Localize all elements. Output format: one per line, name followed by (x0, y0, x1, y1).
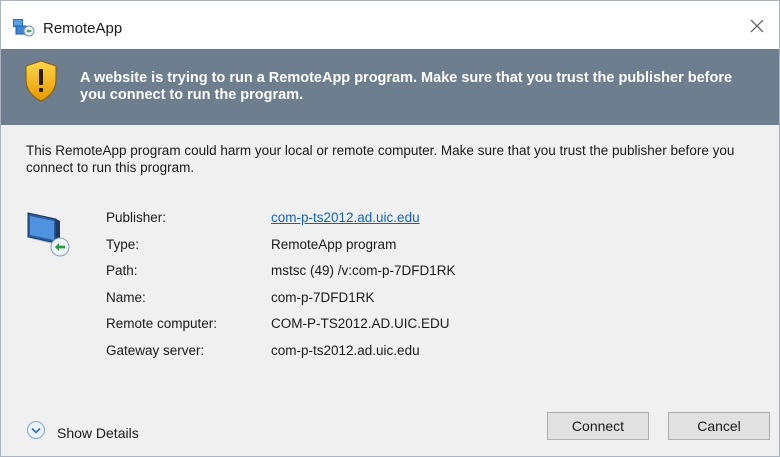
connect-button[interactable]: Connect (547, 412, 649, 440)
name-label: Name: (106, 289, 146, 305)
publisher-link[interactable]: com-p-ts2012.ad.uic.edu (271, 210, 420, 225)
warning-text: This RemoteApp program could harm your l… (26, 143, 735, 175)
name-value: com-p-7DFD1RK (271, 289, 375, 305)
type-value: RemoteApp program (271, 236, 397, 252)
show-details-label[interactable]: Show Details (57, 425, 139, 441)
close-button[interactable] (743, 15, 771, 41)
banner-message: A website is trying to run a RemoteApp p… (80, 70, 733, 103)
warning-shield-icon (24, 60, 58, 102)
remote-computer-label: Remote computer: (106, 316, 218, 332)
show-details-toggle[interactable]: Show Details (26, 420, 139, 445)
remoteapp-dialog: RemoteApp A website is trying to run a R… (0, 0, 780, 457)
type-label: Type: (106, 236, 140, 252)
remoteapp-computer-icon (26, 209, 74, 259)
gateway-server-value: com-p-ts2012.ad.uic.edu (271, 342, 420, 358)
gateway-server-label: Gateway server: (106, 342, 205, 358)
title-bar: RemoteApp (1, 1, 779, 49)
cancel-button[interactable]: Cancel (668, 412, 770, 440)
window-title: RemoteApp (43, 20, 123, 37)
publisher-label: Publisher: (106, 210, 167, 225)
remote-computer-value: COM-P-TS2012.AD.UIC.EDU (271, 316, 450, 332)
path-value: mstsc (49) /v:com-p-7DFD1RK (271, 263, 456, 279)
chevron-down-icon[interactable] (26, 420, 46, 445)
warning-banner: A website is trying to run a RemoteApp p… (1, 49, 779, 125)
close-icon (750, 19, 764, 38)
remoteapp-icon (13, 19, 35, 37)
path-label: Path: (106, 263, 138, 279)
